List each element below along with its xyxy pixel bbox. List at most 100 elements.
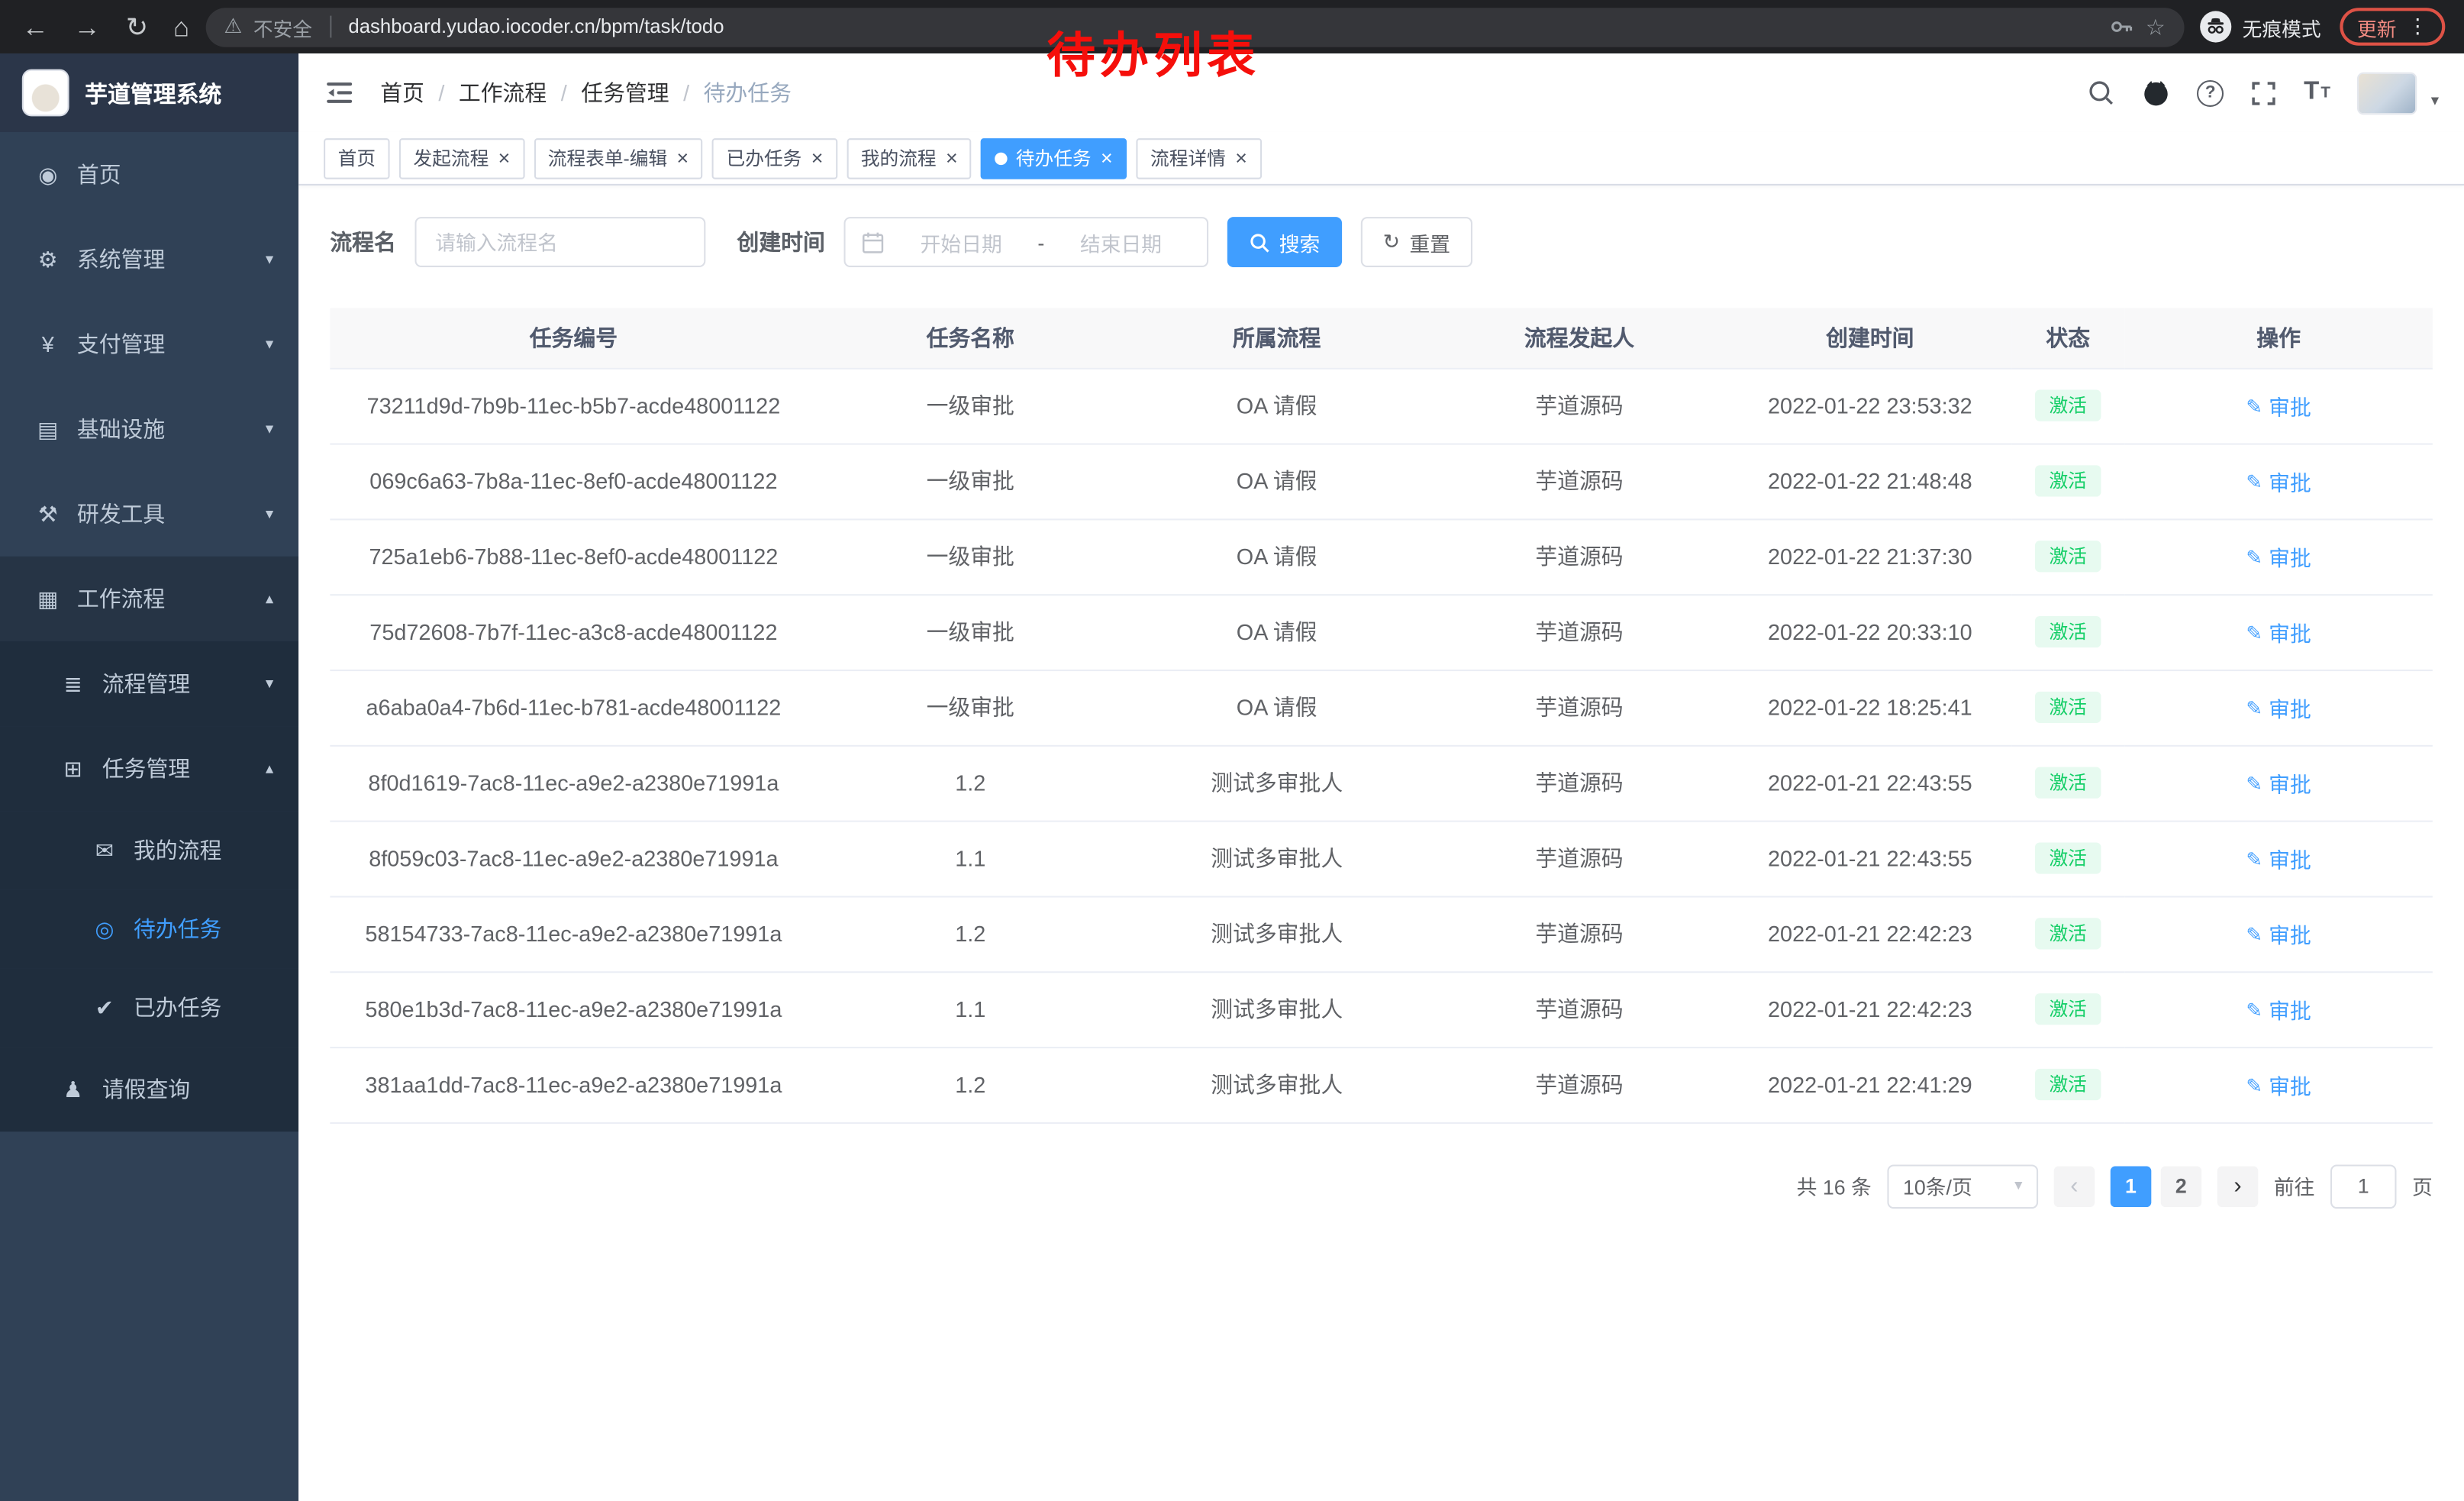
task-id-cell: 73211d9d-7b9b-11ec-b5b7-acde48001122 <box>330 368 817 444</box>
sidebar-item-workflow[interactable]: ▦工作流程▴ <box>0 557 298 641</box>
sidebar-item-done-task[interactable]: ✔已办任务 <box>0 968 298 1047</box>
incognito-label: 无痕模式 <box>2243 11 2321 41</box>
browser-back-icon[interactable]: ← <box>22 13 49 40</box>
task-id-cell: 069c6a63-7b8a-11ec-8ef0-acde48001122 <box>330 444 817 519</box>
tools-icon: ⚒ <box>34 501 61 528</box>
page-button-1[interactable]: 1 <box>2111 1166 2152 1207</box>
sidebar-item-payment[interactable]: ¥支付管理▾ <box>0 302 298 386</box>
tab-close-icon[interactable]: × <box>1235 148 1247 169</box>
goto-page-input[interactable] <box>2330 1164 2396 1208</box>
sidebar-item-devtools[interactable]: ⚒研发工具▾ <box>0 472 298 557</box>
breadcrumb-item[interactable]: 首页 <box>380 77 424 108</box>
sidebar-collapse-icon[interactable] <box>324 77 355 108</box>
reset-button[interactable]: ↻ 重置 <box>1361 217 1472 267</box>
search-icon[interactable] <box>2087 79 2115 107</box>
browser-menu-icon[interactable]: ⋮ <box>2408 15 2428 40</box>
tab-form-edit[interactable]: 流程表单-编辑× <box>534 137 703 179</box>
avatar[interactable] <box>2357 72 2417 115</box>
tab-start-process[interactable]: 发起流程× <box>399 137 524 179</box>
sidebar-item-process-mgmt[interactable]: ≣流程管理▾ <box>0 641 298 726</box>
breadcrumb-item[interactable]: 工作流程 <box>459 77 547 108</box>
chevron-up-icon: ▴ <box>266 590 273 608</box>
navbar-actions: ? TT ▾ <box>2087 72 2439 115</box>
browser-forward-icon[interactable]: → <box>74 13 101 40</box>
created-time-cell: 2022-01-22 23:53:32 <box>1729 368 2012 444</box>
created-time-cell: 2022-01-22 20:33:10 <box>1729 594 2012 670</box>
tab-process-detail[interactable]: 流程详情× <box>1137 137 1262 179</box>
approve-link-label: 审批 <box>2269 616 2311 647</box>
bookmark-star-icon[interactable]: ☆ <box>2146 13 2166 40</box>
sidebar-item-infra[interactable]: ▤基础设施▾ <box>0 386 298 471</box>
browser-refresh-icon[interactable]: ↻ <box>126 13 148 40</box>
date-range-picker[interactable]: 开始日期 - 结束日期 <box>844 217 1209 267</box>
tab-my-process[interactable]: 我的流程× <box>847 137 972 179</box>
github-icon[interactable] <box>2142 79 2170 107</box>
table-row: 580e1b3d-7ac8-11ec-a9e2-a2380e71991a1.1测… <box>330 971 2433 1047</box>
approve-link[interactable]: ✎审批 <box>2246 1069 2311 1100</box>
next-page-button[interactable]: › <box>2217 1166 2259 1207</box>
process-cell: 测试多审批人 <box>1124 821 1430 896</box>
page-size-select[interactable]: 10条/页 ▾ <box>1887 1164 2038 1208</box>
breadcrumb-item[interactable]: 任务管理 <box>581 77 669 108</box>
fullscreen-icon[interactable] <box>2250 79 2277 106</box>
font-size-icon[interactable]: TT <box>2304 79 2330 107</box>
prev-page-button[interactable]: ‹ <box>2054 1166 2095 1207</box>
content: 流程名 创建时间 开始日期 - 结束日期 <box>298 186 2464 1501</box>
update-button[interactable]: 更新 ⋮ <box>2340 8 2445 45</box>
tab-close-icon[interactable]: × <box>946 148 958 169</box>
sidebar-item-home[interactable]: ◉首页 <box>0 132 298 217</box>
breadcrumb-item: 待办任务 <box>704 77 792 108</box>
page-size-value: 10条/页 <box>1903 1171 1972 1201</box>
browser-nav-buttons: ← → ↻ ⌂ <box>22 13 189 40</box>
status-badge: 激活 <box>2035 1069 2101 1100</box>
chevron-up-icon: ▴ <box>266 760 273 777</box>
tab-close-icon[interactable]: × <box>811 148 824 169</box>
tab-todo-task[interactable]: 待办任务 × <box>982 137 1127 179</box>
created-time-cell: 2022-01-21 22:42:23 <box>1729 971 2012 1047</box>
chevron-down-icon[interactable]: ▾ <box>2431 92 2439 109</box>
sidebar-item-my-process[interactable]: ✉我的流程 <box>0 811 298 889</box>
approve-link-label: 审批 <box>2269 993 2311 1025</box>
column-header-4: 创建时间 <box>1729 308 2012 367</box>
key-icon[interactable] <box>2110 15 2135 40</box>
approve-link[interactable]: ✎审批 <box>2246 616 2311 647</box>
approve-link[interactable]: ✎审批 <box>2246 465 2311 496</box>
sidebar-item-task-mgmt[interactable]: ⊞任务管理▴ <box>0 726 298 811</box>
approve-link[interactable]: ✎审批 <box>2246 767 2311 799</box>
sidebar-item-leave-query[interactable]: ♟请假查询 <box>0 1047 298 1131</box>
sidebar-item-todo-task[interactable]: ◎待办任务 <box>0 889 298 968</box>
tab-close-icon[interactable]: × <box>498 148 511 169</box>
page-body: 芋道管理系统 ◉首页⚙系统管理▾¥支付管理▾▤基础设施▾⚒研发工具▾▦工作流程▴… <box>0 53 2464 1501</box>
column-header-6: 操作 <box>2124 308 2433 367</box>
initiator-cell: 芋道源码 <box>1430 821 1728 896</box>
approve-link[interactable]: ✎审批 <box>2246 541 2311 572</box>
goto-page-unit: 页 <box>2412 1171 2433 1201</box>
approve-link[interactable]: ✎审批 <box>2246 390 2311 421</box>
approve-link[interactable]: ✎审批 <box>2246 692 2311 723</box>
approve-link[interactable]: ✎审批 <box>2246 842 2311 873</box>
process-cell: OA 请假 <box>1124 368 1430 444</box>
tab-home[interactable]: 首页 <box>324 137 389 179</box>
sidebar-item-label: 基础设施 <box>77 413 250 444</box>
help-icon[interactable]: ? <box>2197 79 2224 106</box>
task-name-cell: 1.1 <box>818 821 1124 896</box>
search-button[interactable]: 搜索 <box>1227 217 1342 267</box>
tab-label: 待办任务 <box>1016 144 1092 171</box>
approve-link[interactable]: ✎审批 <box>2246 918 2311 949</box>
tab-done-task[interactable]: 已办任务× <box>712 137 837 179</box>
sidebar-item-system[interactable]: ⚙系统管理▾ <box>0 217 298 302</box>
incognito-badge: 无痕模式 <box>2200 11 2321 42</box>
calendar-icon <box>861 231 885 254</box>
process-name-input[interactable] <box>414 217 705 267</box>
tab-close-icon[interactable]: × <box>1101 148 1113 169</box>
app-logo[interactable]: 芋道管理系统 <box>0 53 298 132</box>
table-row: 8f059c03-7ac8-11ec-a9e2-a2380e71991a1.1测… <box>330 821 2433 896</box>
browser-home-icon[interactable]: ⌂ <box>173 13 189 40</box>
chevron-down-icon: ▾ <box>266 505 273 523</box>
page-button-2[interactable]: 2 <box>2161 1166 2202 1207</box>
goto-label: 前往 <box>2274 1171 2315 1201</box>
tab-close-icon[interactable]: × <box>677 148 689 169</box>
approve-link[interactable]: ✎审批 <box>2246 993 2311 1025</box>
created-time-cell: 2022-01-21 22:43:55 <box>1729 745 2012 821</box>
range-separator: - <box>1037 231 1044 254</box>
